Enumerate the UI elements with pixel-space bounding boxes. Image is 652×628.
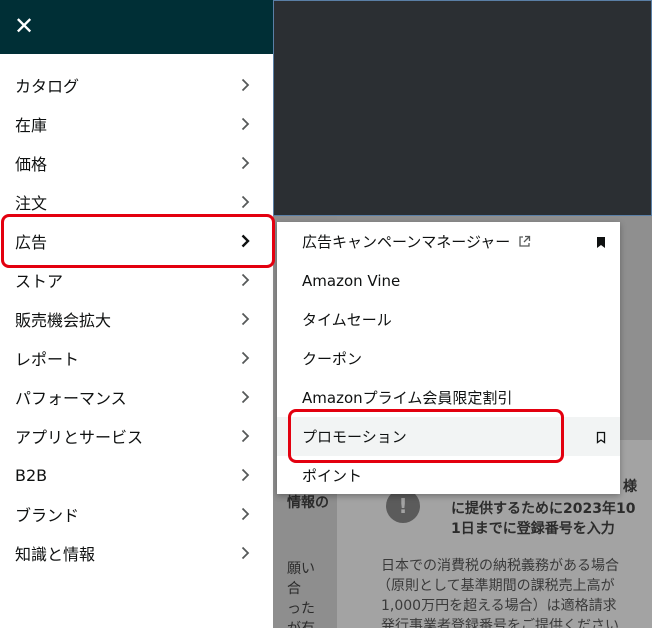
nav-item-label: カタログ [15, 77, 80, 96]
submenu-item-label: Amazon Vine [302, 271, 401, 290]
background-notice-body: 1,000万円を超える場合）は適格請求 [381, 598, 617, 614]
chevron-right-icon [235, 156, 255, 170]
nav-item-catalog[interactable]: カタログ [0, 66, 273, 104]
nav-item-label: ブランド [15, 506, 80, 525]
nav-item-learn[interactable]: 知識と情報 [0, 534, 273, 572]
navigation-header: ✕ [0, 0, 273, 54]
chevron-right-icon [235, 468, 255, 482]
submenu-item-coupons[interactable]: クーポン [277, 339, 620, 378]
nav-item-reports[interactable]: レポート [0, 339, 273, 377]
chevron-right-icon [235, 507, 255, 521]
nav-item-brands[interactable]: ブランド [0, 495, 273, 533]
background-side-text: が有 [287, 618, 315, 628]
submenu-item-campaign-manager[interactable]: 広告キャンペーンマネージャー [277, 222, 620, 261]
background-notice-body: 日本での消費税の納税義務がある場合 [381, 558, 619, 574]
nav-item-pricing[interactable]: 価格 [0, 144, 273, 182]
chevron-right-icon [235, 78, 255, 92]
background-notice-title: に提供するために2023年10 [451, 501, 636, 517]
nav-item-performance[interactable]: パフォーマンス [0, 378, 273, 416]
submenu-item-deals[interactable]: タイムセール [277, 300, 620, 339]
submenu-item-label: 広告キャンペーンマネージャー [302, 233, 511, 251]
background-notice-body: （原則として基準期間の課税売上高が [377, 578, 615, 594]
background-dark-panel [273, 0, 652, 216]
background-notice-body: 発行事業者登録番号をご提供ください [381, 618, 619, 628]
nav-item-label: アプリとサービス [15, 428, 144, 447]
submenu-item-label: クーポン [302, 350, 363, 368]
navigation-drawer: ✕ カタログ 在庫 価格 注文 広告 ストア 販売機会拡大 レポート パフォーマ… [0, 0, 273, 628]
chevron-right-icon [235, 273, 255, 287]
nav-item-label: ストア [15, 272, 64, 291]
background-notice-title: 1日までに登録番号を入力 [451, 521, 615, 537]
nav-item-label: B2B [15, 465, 48, 485]
nav-item-growth[interactable]: 販売機会拡大 [0, 300, 273, 338]
chevron-right-icon [235, 546, 255, 560]
close-icon[interactable]: ✕ [12, 14, 36, 38]
submenu-item-label: タイムセール [302, 311, 392, 329]
highlight-promotions [288, 409, 564, 463]
nav-item-label: 販売機会拡大 [15, 311, 112, 330]
chevron-right-icon [235, 390, 255, 404]
nav-item-label: パフォーマンス [15, 389, 127, 408]
nav-item-label: 在庫 [15, 116, 48, 135]
nav-item-apps-services[interactable]: アプリとサービス [0, 417, 273, 455]
submenu-item-label: Amazonプライム会員限定割引 [302, 389, 513, 407]
nav-item-label: レポート [15, 350, 80, 369]
bookmark-filled-icon[interactable] [596, 235, 606, 253]
submenu-item-amazon-vine[interactable]: Amazon Vine [277, 261, 620, 300]
chevron-right-icon [235, 429, 255, 443]
chevron-right-icon [235, 117, 255, 131]
nav-item-label: 注文 [15, 194, 48, 213]
background-side-text: った [287, 601, 315, 617]
background-side-text: 願い [287, 561, 315, 577]
background-side-text: 情報の [287, 495, 329, 511]
chevron-right-icon [235, 312, 255, 326]
submenu-item-label: ポイント [302, 467, 363, 485]
nav-item-label: 価格 [15, 155, 48, 174]
background-notice-title: 様 [623, 479, 637, 495]
nav-item-b2b[interactable]: B2B [0, 456, 273, 494]
highlight-advertising [1, 214, 275, 268]
chevron-right-icon [235, 195, 255, 209]
bookmark-outline-icon[interactable] [596, 430, 606, 448]
background-side-text: 合 [287, 581, 301, 597]
nav-item-inventory[interactable]: 在庫 [0, 105, 273, 143]
external-link-icon [518, 235, 531, 248]
nav-item-label: 知識と情報 [15, 545, 96, 564]
chevron-right-icon [235, 351, 255, 365]
